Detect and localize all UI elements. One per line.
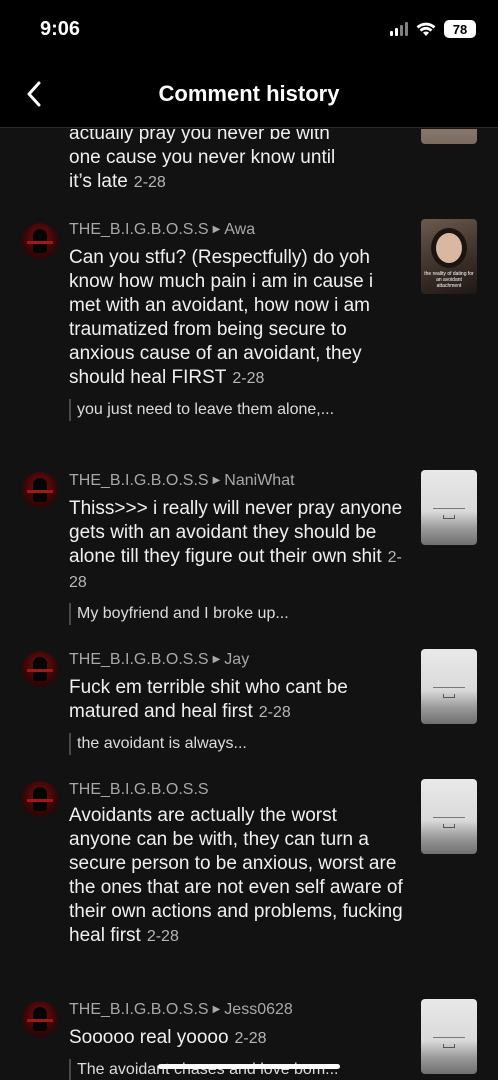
comment-meta: THE_B.I.G.B.O.S.S ▶ Awa (69, 219, 404, 243)
comment-body: Thiss>>> i really will never pray anyone… (69, 498, 403, 567)
home-indicator[interactable] (158, 1064, 340, 1069)
video-thumbnail[interactable] (421, 470, 477, 545)
comment-text: Thiss>>> i really will never pray anyone… (69, 497, 404, 595)
username: THE_B.I.G.B.O.S.S (69, 781, 209, 798)
reply-preview[interactable]: My boyfriend and I broke up... (69, 603, 404, 625)
signal-icon (390, 22, 408, 36)
comment-body: Can you stfu? (Respectfully) do yoh know… (69, 247, 374, 388)
video-thumbnail[interactable]: the reality of dating for an avoidant at… (421, 219, 477, 294)
comment-date: 2-28 (232, 370, 265, 387)
comment-date: 2-28 (258, 704, 291, 721)
avatar[interactable] (22, 472, 58, 508)
reply-target: NaniWhat (224, 472, 295, 489)
username: THE_B.I.G.B.O.S.S (69, 472, 209, 489)
comment-meta: THE_B.I.G.B.O.S.S ▶ Jay (69, 649, 404, 673)
status-icons: 78 (390, 20, 476, 38)
reply-arrow-icon: ▶ (212, 475, 221, 486)
video-thumbnail[interactable] (421, 649, 477, 724)
header: Comment history (0, 62, 498, 128)
comment-body: Fuck em terrible shit who cant be mature… (69, 677, 348, 722)
avatar[interactable] (22, 781, 58, 817)
comment-meta: THE_B.I.G.B.O.S.S (69, 779, 404, 801)
comment-text: actually pray you never be with one caus… (69, 129, 404, 195)
reply-arrow-icon: ▶ (212, 1004, 221, 1015)
username: THE_B.I.G.B.O.S.S (69, 1001, 209, 1018)
reply-target: Awa (224, 221, 256, 238)
comment-text: Can you stfu? (Respectfully) do yoh know… (69, 246, 404, 391)
reply-arrow-icon: ▶ (212, 224, 221, 235)
thumbnail-caption: the reality of dating for an avoidant at… (424, 271, 474, 289)
comment-date: 2-28 (146, 928, 179, 945)
status-time: 9:06 (40, 18, 81, 40)
comment-body: Sooooo real yoooo (69, 1027, 229, 1048)
video-thumbnail[interactable] (421, 779, 477, 854)
reply-target: Jess0628 (224, 1001, 293, 1018)
comment-body: Avoidants are actually the worst anyone … (69, 805, 403, 946)
comment-line: actually pray you never be with (69, 129, 330, 144)
avatar[interactable] (22, 223, 58, 259)
avatar[interactable] (22, 651, 58, 687)
wifi-icon (416, 22, 436, 36)
comment-text: Sooooo real yoooo 2-28 (69, 1026, 404, 1051)
comment-meta: THE_B.I.G.B.O.S.S ▶ NaniWhat (69, 470, 404, 494)
reply-preview[interactable]: The avoidant chases and love bom... (69, 1059, 404, 1080)
reply-preview[interactable]: you just need to leave them alone,... (69, 399, 404, 421)
video-thumbnail[interactable] (421, 999, 477, 1074)
comment-line: one cause you never know until (69, 147, 336, 168)
status-bar: 9:06 78 (0, 0, 498, 62)
page-title: Comment history (158, 81, 340, 106)
avatar[interactable] (22, 1001, 58, 1037)
comment-text: Avoidants are actually the worst anyone … (69, 804, 404, 949)
reply-arrow-icon: ▶ (212, 654, 221, 665)
thumbnail-face (436, 233, 462, 263)
reply-target: Jay (224, 651, 250, 668)
comment-line: it’s late (69, 171, 128, 192)
comment-date: 2-28 (234, 1030, 267, 1047)
reply-preview[interactable]: the avoidant is always... (69, 733, 404, 755)
comment-meta: THE_B.I.G.B.O.S.S ▶ Jess0628 (69, 999, 404, 1023)
comment-text: Fuck em terrible shit who cant be mature… (69, 676, 404, 725)
username: THE_B.I.G.B.O.S.S (69, 221, 209, 238)
video-thumbnail[interactable] (421, 129, 477, 144)
battery-icon: 78 (444, 20, 476, 38)
comment-list[interactable]: actually pray you never be with one caus… (0, 129, 498, 1080)
comment-date: 2-28 (133, 174, 166, 191)
username: THE_B.I.G.B.O.S.S (69, 651, 209, 668)
